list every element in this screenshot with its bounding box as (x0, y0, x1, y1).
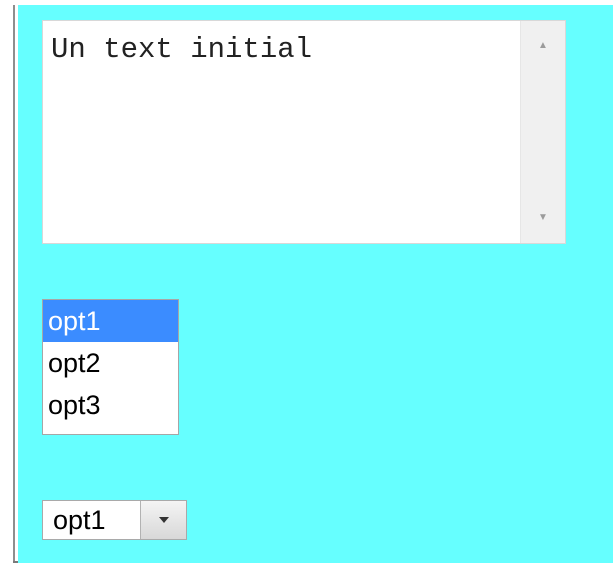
scroll-up-icon[interactable]: ▲ (521, 39, 565, 53)
text-area-value: Un text initial (51, 33, 313, 66)
dropdown-selected-value: opt1 (53, 505, 106, 535)
scroll-down-icon[interactable]: ▼ (521, 211, 565, 225)
text-area[interactable]: Un text initial ▲ ▼ (42, 20, 566, 244)
text-area-scrollbar[interactable]: ▲ ▼ (520, 21, 565, 243)
list-option-opt2[interactable]: opt2 (43, 342, 178, 384)
left-border-line (13, 5, 15, 563)
dropdown-toggle-button[interactable] (140, 501, 186, 539)
options-listbox[interactable]: opt1 opt2 opt3 (42, 299, 179, 435)
options-dropdown[interactable]: opt1 (42, 500, 187, 540)
chevron-down-icon (159, 517, 169, 523)
list-option-opt3[interactable]: opt3 (43, 384, 178, 426)
list-option-opt1[interactable]: opt1 (43, 300, 178, 342)
